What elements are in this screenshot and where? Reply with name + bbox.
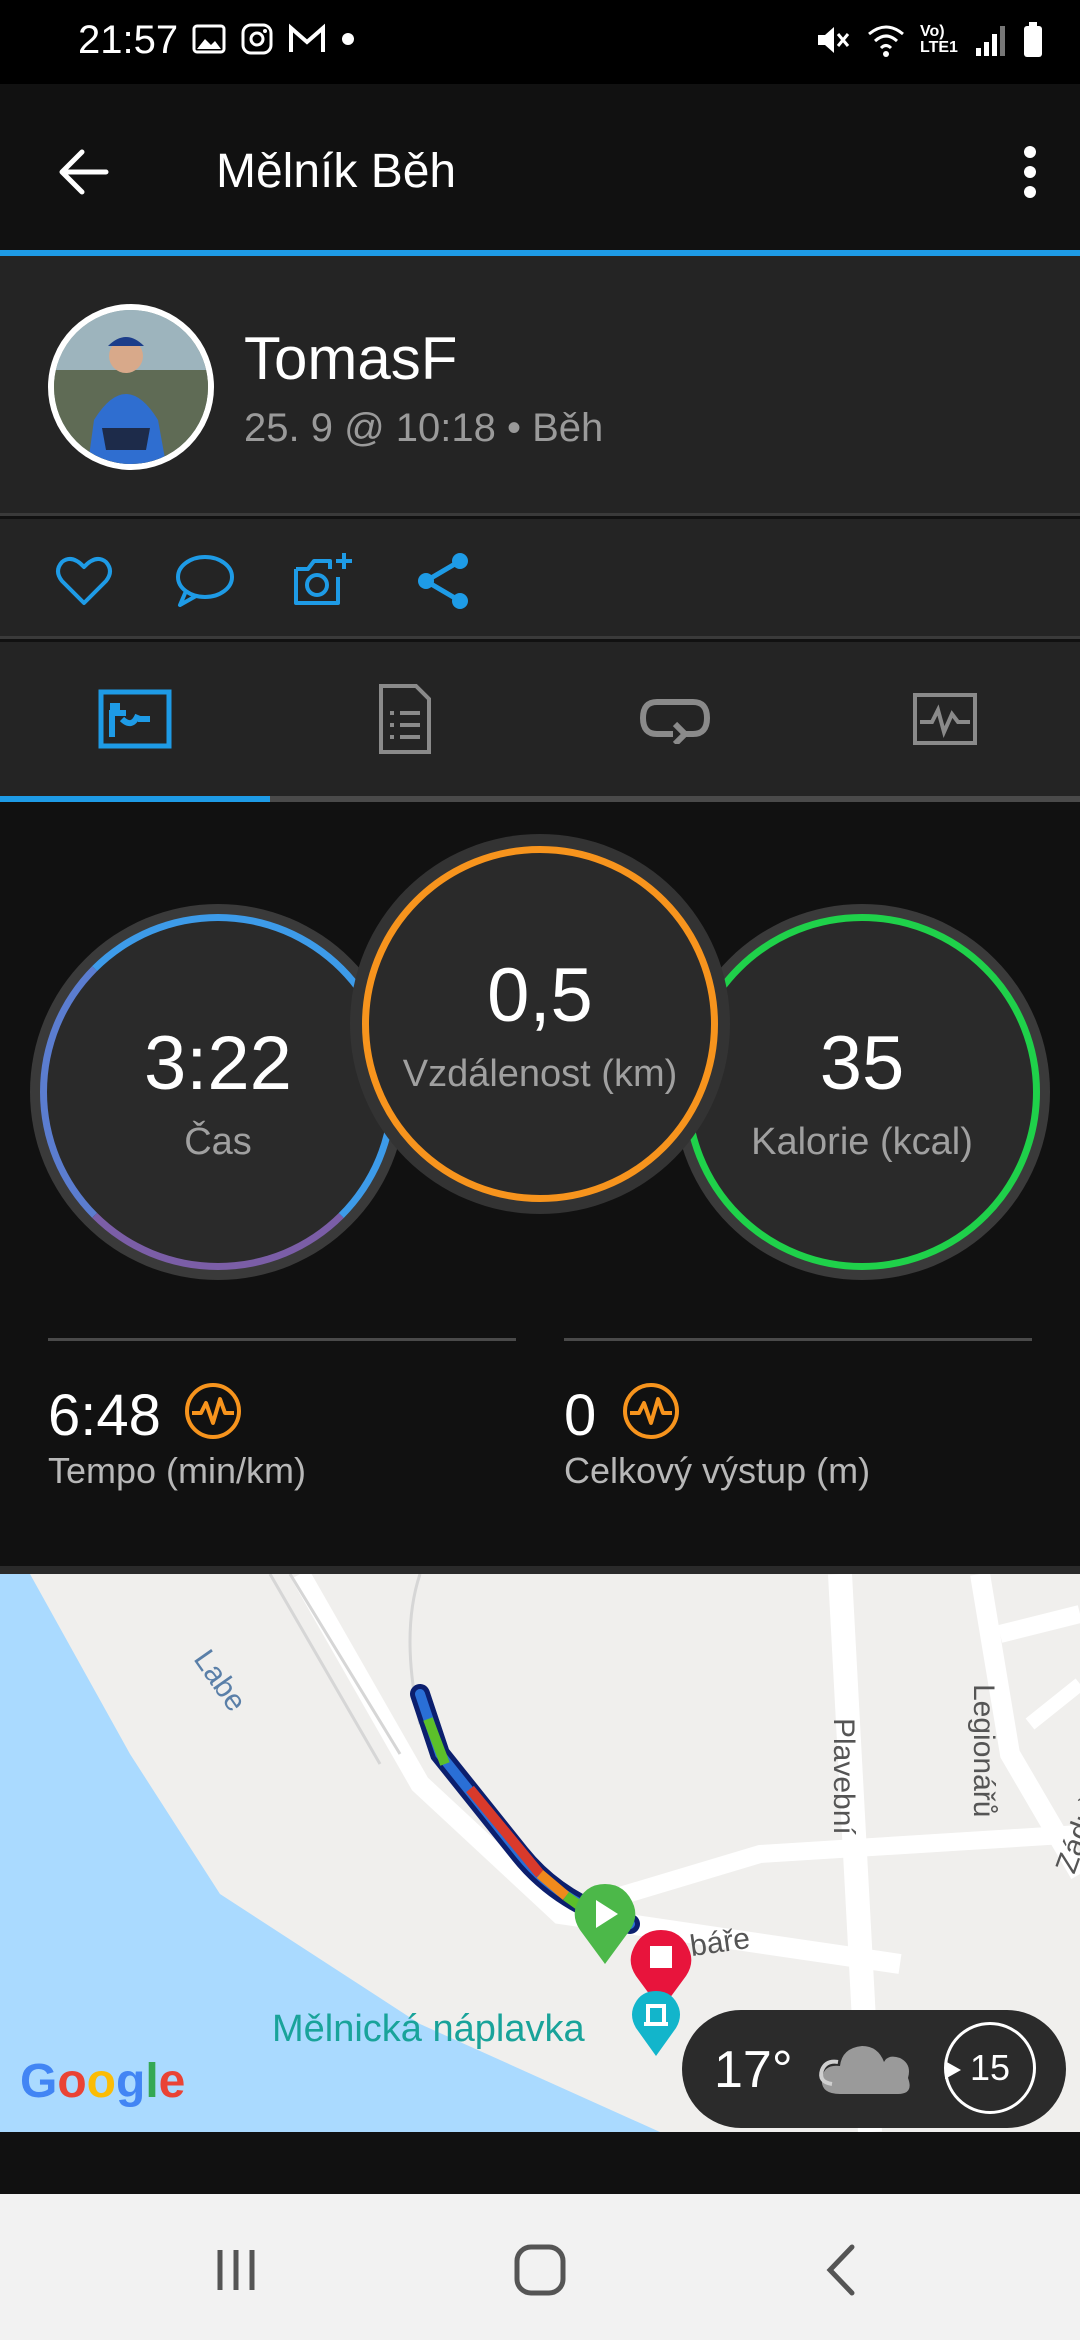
wifi-icon: [868, 25, 904, 57]
below-map-section: [0, 2132, 1080, 2194]
distance-value: 0,5: [487, 953, 593, 1038]
back-chevron-icon: [826, 2244, 855, 2296]
heart-icon[interactable]: [52, 549, 116, 613]
divider: [564, 1338, 1032, 1341]
activity-summary: 3:22 Čas 35 Kalorie (kcal) 0,5 Vzdálenos…: [0, 802, 1080, 1566]
system-icons: Vo) LTE1: [812, 20, 1044, 60]
network-type: Vo) LTE1: [920, 23, 958, 56]
recents-icon: [217, 2250, 255, 2290]
calories-label: Kalorie (kcal): [751, 1121, 973, 1163]
mute-icon: [818, 27, 850, 53]
place-label: Mělnická náplavka: [272, 2008, 585, 2050]
ascent-sensor-icon[interactable]: [622, 1382, 680, 1440]
recent-apps-button[interactable]: [196, 2230, 276, 2310]
google-logo: Google: [20, 2055, 186, 2108]
activity-owner: TomasF 25. 9 @ 10:18 • Běh: [0, 256, 1080, 516]
gallery-icon: [192, 24, 226, 54]
system-navigation-bar: [0, 2194, 1080, 2340]
back-button[interactable]: [800, 2230, 880, 2310]
divider: [48, 1338, 516, 1341]
home-icon: [514, 2244, 566, 2296]
laps-tab-icon: [639, 699, 711, 744]
landmark-marker-icon: [632, 1991, 680, 2056]
cloud-icon: [819, 2046, 910, 2094]
tab-laps[interactable]: [540, 642, 810, 796]
battery-icon: [1024, 22, 1042, 57]
gmail-icon: [289, 23, 325, 52]
page-title: Mělník Běh: [216, 145, 457, 198]
share-icon[interactable]: [412, 549, 476, 613]
status-bar: 21:57 Vo) LTE1: [0, 0, 1080, 84]
user-name[interactable]: TomasF: [244, 324, 457, 393]
time-value: 3:22: [144, 1021, 292, 1106]
pace-value: 6:48: [48, 1383, 161, 1448]
tab-charts[interactable]: [810, 642, 1080, 796]
street-label: Plavební: [827, 1718, 860, 1835]
wind-speed-value: 15: [969, 2047, 1011, 2088]
street-label: Legionářů: [967, 1684, 1000, 1818]
status-time: 21:57: [78, 18, 179, 62]
pace-sensor-icon[interactable]: [184, 1382, 242, 1440]
weather-widget[interactable]: 17° 15: [682, 2010, 1066, 2128]
calories-ring: 35 Kalorie (kcal): [684, 914, 1040, 1270]
route-map[interactable]: Labe Legionářů Plavební Zádušní báře Měl…: [0, 1566, 1080, 2132]
pace-label: Tempo (min/km): [48, 1450, 307, 1491]
activity-date-type: 25. 9 @ 10:18 • Běh: [244, 406, 604, 450]
details-tab-icon: [379, 684, 431, 754]
dot-icon: [342, 33, 354, 45]
activity-tabs: [0, 642, 1080, 802]
notification-icons: [192, 22, 356, 56]
back-arrow-icon[interactable]: [52, 140, 116, 204]
distance-ring: 0,5 Vzdálenost (km): [362, 846, 718, 1202]
tab-details[interactable]: [270, 642, 540, 796]
home-button[interactable]: [500, 2230, 580, 2310]
tab-overview[interactable]: [0, 642, 270, 796]
signal-icon: [976, 26, 1005, 56]
temperature: 17°: [714, 2041, 793, 2099]
stats-tab-icon: [98, 689, 172, 749]
time-label: Čas: [184, 1121, 252, 1163]
social-actions: [0, 519, 1080, 639]
calories-value: 35: [819, 1021, 905, 1106]
instagram-icon: [241, 23, 273, 55]
avatar[interactable]: [48, 304, 214, 470]
time-ring: 3:22 Čas: [40, 914, 396, 1270]
wind-speed: 15: [944, 2022, 1036, 2114]
comment-icon[interactable]: [172, 549, 236, 613]
ascent-value: 0: [564, 1383, 597, 1448]
charts-tab-icon: [913, 693, 977, 745]
wind-direction-icon: [945, 2061, 961, 2079]
distance-label: Vzdálenost (km): [402, 1053, 678, 1095]
camera-add-icon[interactable]: [292, 549, 356, 613]
ascent-label: Celkový výstup (m): [564, 1450, 871, 1491]
app-bar: Mělník Běh: [0, 84, 1080, 256]
more-options-icon[interactable]: [1010, 140, 1050, 204]
